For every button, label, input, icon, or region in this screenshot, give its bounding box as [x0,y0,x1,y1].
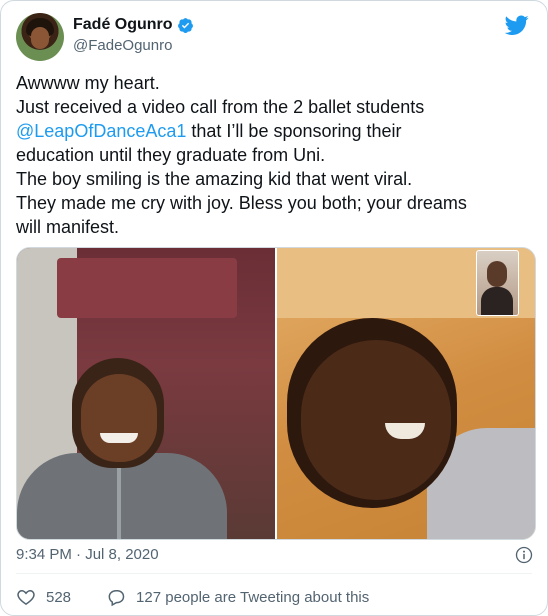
photo-fridge [57,258,237,318]
divider [16,573,532,574]
conversation-icon[interactable] [106,587,126,607]
like-count[interactable]: 528 [46,589,71,606]
twitter-bird-icon[interactable] [505,13,529,37]
info-icon[interactable] [515,546,533,564]
pip-body [481,287,513,315]
tweet-text: Awwww my heart. Just received a video ca… [16,71,536,239]
tweet-card: Fadé Ogunro @FadeOgunro Awwww my heart. … [0,0,548,616]
tweet-line: will manifest. [16,217,120,237]
photo-smile [100,433,138,443]
tweet-line: Awwww my heart. [16,73,160,93]
tweet-line: The boy smiling is the amazing kid that … [16,169,413,189]
video-call-pip [476,250,519,316]
photo-face [301,340,451,500]
author-name-row: Fadé Ogunro [73,16,194,34]
author-display-name[interactable]: Fadé Ogunro [73,16,173,34]
photo-boy-smiling[interactable] [17,248,275,539]
verified-badge-icon [177,17,193,33]
tweet-line: education until they graduate from Uni. [16,145,326,165]
heart-icon[interactable] [16,587,36,607]
tweet-line-with-mention: @LeapOfDanceAca1 that I’ll be sponsoring… [16,119,536,143]
conversation-link[interactable]: 127 people are Tweeting about this [136,589,369,606]
photo-video-call[interactable] [277,248,535,539]
media-grid [16,247,536,540]
pip-face [487,261,507,287]
tweet-header: Fadé Ogunro @FadeOgunro [16,13,535,63]
tweet-line: They made me cry with joy. Bless you bot… [16,193,467,213]
tweet-timestamp[interactable]: 9:34 PM · Jul 8, 2020 [16,546,159,563]
photo-zip [117,463,121,539]
avatar-face [31,27,49,49]
author-handle[interactable]: @FadeOgunro [73,37,172,54]
avatar[interactable] [16,13,64,61]
tweet-actions: 528 127 people are Tweeting about this [16,587,369,607]
tweet-line: Just received a video call from the 2 ba… [16,97,425,117]
tweet-line-fragment: that I’ll be sponsoring their [191,121,402,141]
photo-face [81,374,157,462]
mention-link[interactable]: @LeapOfDanceAca1 [16,121,186,141]
